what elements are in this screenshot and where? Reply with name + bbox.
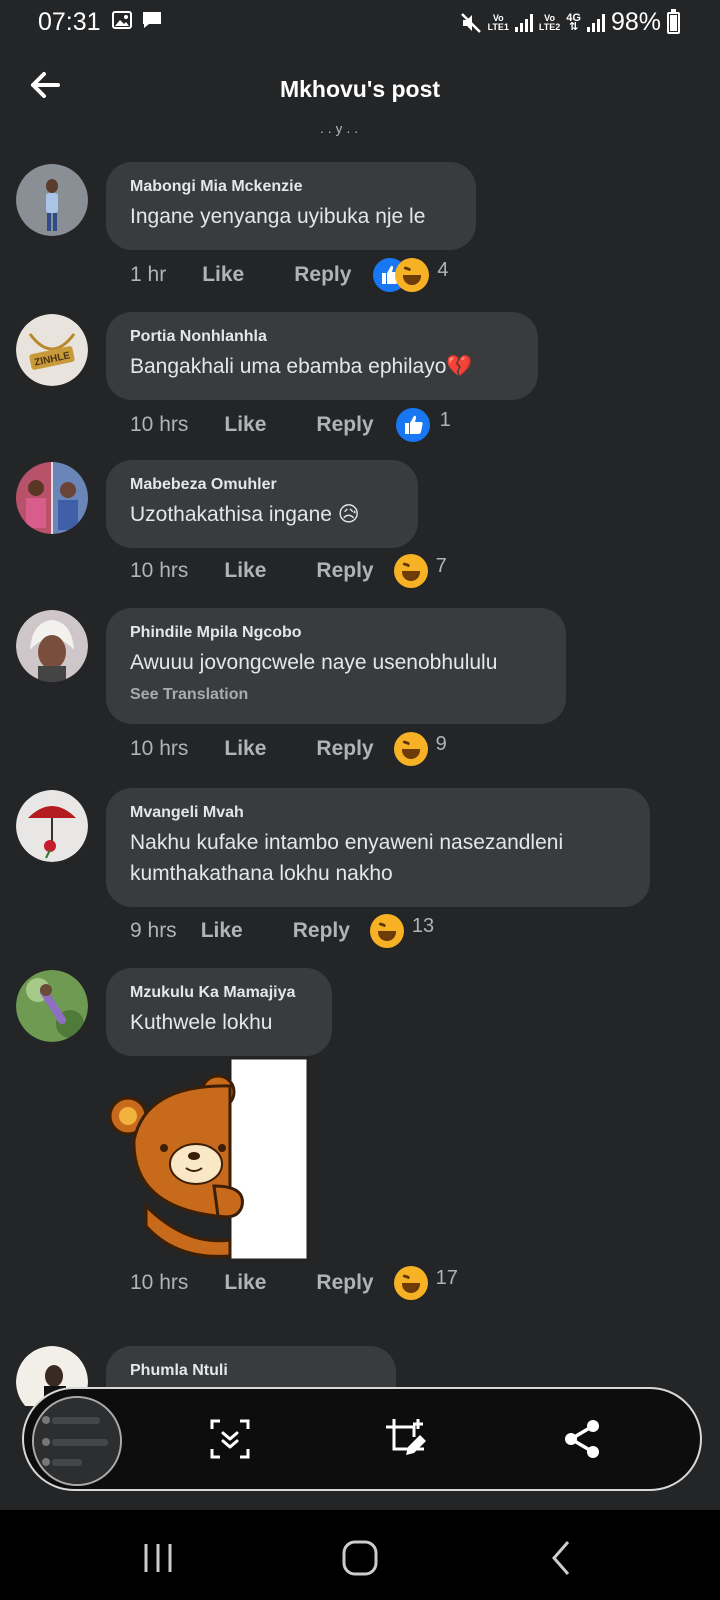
signal-bars-2-icon <box>586 13 605 32</box>
comment-text: Uzothakathisa ingane 😥 <box>130 503 360 526</box>
sim2-label: Vo LTE2 <box>538 12 561 32</box>
reply-button[interactable]: Reply <box>293 919 350 943</box>
partial-text-top: . . y . . <box>320 126 359 136</box>
comment-text: Kuthwele lokhu <box>130 1011 273 1034</box>
avatar[interactable] <box>16 164 88 236</box>
comment-text: Awuuu jovongcwele naye usenobhululu <box>130 651 498 674</box>
comment-bubble[interactable]: Mabebeza Omuhler Uzothakathisa ingane 😥 <box>106 460 418 548</box>
signal-bars-1-icon <box>514 13 533 32</box>
comment-bubble[interactable]: Portia Nonhlanhla Bangakhali uma ebamba … <box>106 312 538 400</box>
avatar[interactable] <box>16 970 88 1042</box>
avatar[interactable] <box>16 462 88 534</box>
comment-actions: 9 hrs Like Reply 13 <box>130 914 434 948</box>
avatar[interactable]: ZINHLE <box>16 314 88 386</box>
like-button[interactable]: Like <box>224 559 266 583</box>
battery-icon <box>667 8 680 34</box>
commenter-name[interactable]: Mabebeza Omuhler <box>130 476 394 494</box>
commenter-name[interactable]: Phumla Ntuli <box>130 1362 372 1380</box>
reactions[interactable]: 13 <box>369 914 435 948</box>
screenshot-toolbar <box>22 1387 702 1491</box>
reply-button[interactable]: Reply <box>316 413 373 437</box>
haha-reaction-icon <box>393 732 428 766</box>
status-time: 07:31 <box>38 8 101 36</box>
haha-reaction-icon <box>393 1266 428 1300</box>
commenter-name[interactable]: Phindile Mpila Ngcobo <box>130 624 542 642</box>
comment-text: Bangakhali uma ebamba ephilayo💔 <box>130 355 473 378</box>
reactions[interactable]: 17 <box>393 1266 458 1300</box>
reaction-count: 13 <box>411 914 435 937</box>
like-button[interactable]: Like <box>224 413 266 437</box>
comment-time: 1 hr <box>130 263 167 286</box>
sim1-label: Vo LTE1 <box>487 12 509 32</box>
comment-time: 9 hrs <box>130 919 177 942</box>
comments-feed[interactable]: . . y . . Mabongi Mia Mckenzie Ingane ye… <box>0 126 720 1406</box>
comment-time: 10 hrs <box>130 413 189 436</box>
commenter-name[interactable]: Mzukulu Ka Mamajiya <box>130 984 308 1002</box>
reaction-count: 9 <box>435 732 447 755</box>
reaction-count: 7 <box>435 554 447 577</box>
reply-button[interactable]: Reply <box>294 263 351 287</box>
scroll-capture-icon[interactable] <box>208 1417 252 1461</box>
header: Mkhovu's post <box>0 56 720 126</box>
reactions[interactable]: 9 <box>393 732 447 766</box>
comment-bubble[interactable]: Mzukulu Ka Mamajiya Kuthwele lokhu <box>106 968 332 1056</box>
comment-actions: 10 hrs Like Reply 1 <box>130 406 451 444</box>
reactions[interactable]: 7 <box>393 554 447 588</box>
comment-actions: 10 hrs Like Reply 17 <box>130 1266 458 1300</box>
reaction-count: 17 <box>435 1266 458 1289</box>
home-icon[interactable] <box>340 1538 380 1578</box>
see-translation-link[interactable]: See Translation <box>130 686 542 704</box>
battery-percent: 98% <box>610 8 661 36</box>
reply-button[interactable]: Reply <box>316 559 373 583</box>
comment-actions: 10 hrs Like Reply 9 <box>130 732 447 766</box>
commenter-name[interactable]: Mvangeli Mvah <box>130 804 626 822</box>
like-reaction-icon <box>393 406 432 444</box>
bear-peeking-sticker <box>108 1056 310 1262</box>
crop-edit-icon[interactable] <box>384 1417 428 1461</box>
like-button[interactable]: Like <box>201 919 243 943</box>
comment-text: Ingane yenyanga uyibuka nje le <box>130 205 426 228</box>
sticker-container[interactable] <box>0 1056 720 1266</box>
page-title: Mkhovu's post <box>279 76 441 102</box>
haha-reaction-icon <box>395 258 430 292</box>
reaction-count: 1 <box>439 408 451 431</box>
network-type: 4G ⇅ <box>566 11 581 33</box>
avatar[interactable] <box>16 790 88 862</box>
recent-apps-icon[interactable] <box>138 1538 178 1578</box>
comment-text: Nakhu kufake intambo enyaweni nasezandle… <box>130 831 564 885</box>
mute-icon <box>460 12 481 33</box>
status-bar: 07:31 Vo LTE1 Vo LTE2 4G ⇅ 98% <box>0 0 720 46</box>
avatar[interactable] <box>16 610 88 682</box>
like-button[interactable]: Like <box>224 1271 266 1295</box>
comment-time: 10 hrs <box>130 1271 189 1294</box>
like-button[interactable]: Like <box>202 263 244 287</box>
comment-actions: 1 hr Like Reply 4 <box>130 256 449 294</box>
comment-bubble[interactable]: Phindile Mpila Ngcobo Awuuu jovongcwele … <box>106 608 566 724</box>
gallery-notification-icon <box>112 11 132 29</box>
comment-actions: 10 hrs Like Reply 7 <box>130 554 447 588</box>
navigation-bar <box>0 1510 720 1600</box>
commenter-name[interactable]: Mabongi Mia Mckenzie <box>130 178 452 196</box>
reaction-count: 4 <box>437 258 449 281</box>
back-nav-icon[interactable] <box>542 1538 582 1578</box>
like-button[interactable]: Like <box>224 737 266 761</box>
screenshot-thumbnail[interactable] <box>32 1396 122 1486</box>
reactions[interactable]: 1 <box>393 406 451 444</box>
haha-reaction-icon <box>393 554 428 588</box>
haha-reaction-icon <box>369 914 404 948</box>
comment-bubble[interactable]: Mabongi Mia Mckenzie Ingane yenyanga uyi… <box>106 162 476 250</box>
comment-time: 10 hrs <box>130 559 189 582</box>
reactions[interactable]: 4 <box>371 256 449 294</box>
comment-time: 10 hrs <box>130 737 189 760</box>
comment-bubble[interactable]: Mvangeli Mvah Nakhu kufake intambo enyaw… <box>106 788 650 907</box>
reply-button[interactable]: Reply <box>316 737 373 761</box>
commenter-name[interactable]: Portia Nonhlanhla <box>130 328 514 346</box>
message-notification-icon <box>143 12 161 28</box>
reply-button[interactable]: Reply <box>316 1271 373 1295</box>
share-icon[interactable] <box>560 1417 604 1461</box>
